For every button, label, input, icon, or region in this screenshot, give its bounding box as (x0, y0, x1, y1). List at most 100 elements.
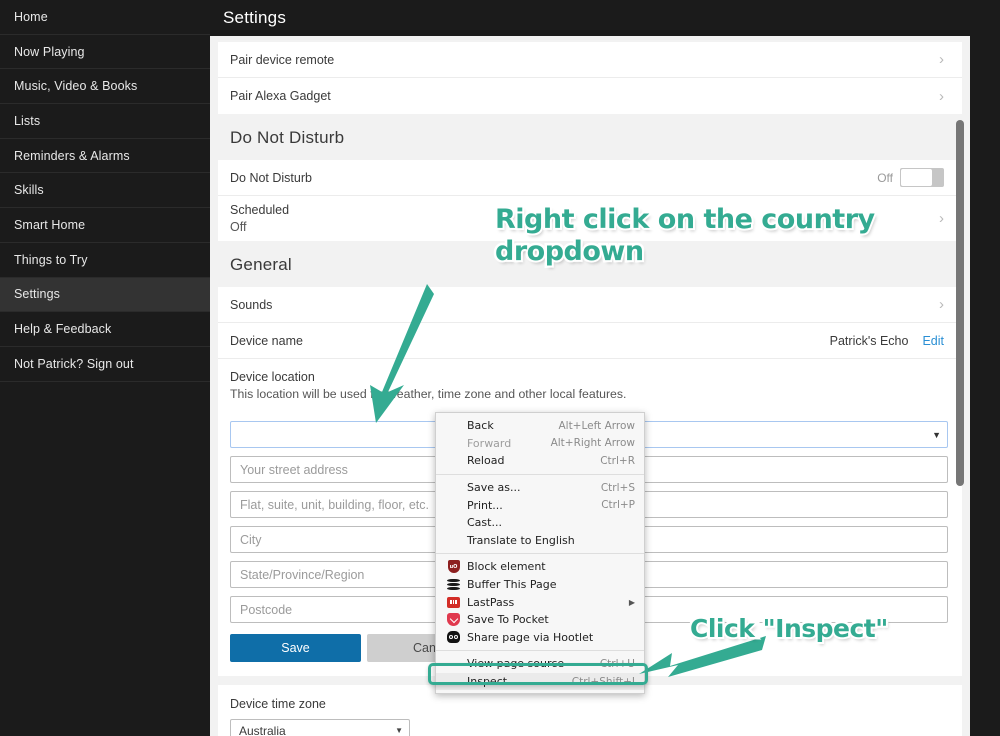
chevron-down-icon: ▼ (932, 429, 941, 440)
sidebar-item-label: Things to Try (14, 252, 88, 267)
menu-item-label: Buffer This Page (467, 578, 557, 592)
chevron-right-icon: › (939, 296, 944, 313)
sidebar-item-settings[interactable]: Settings (0, 277, 210, 313)
menu-item-accelerator: Ctrl+S (600, 481, 635, 494)
menu-item-label: Cast... (467, 516, 502, 530)
menu-item-save-to-pocket[interactable]: Save To Pocket (436, 611, 644, 629)
menu-item-label: Block element (467, 560, 546, 574)
dnd-toggle-state: Off (877, 170, 893, 185)
browser-context-menu[interactable]: Back Alt+Left Arrow Forward Alt+Right Arrow… (435, 412, 645, 695)
timezone-country-value: Australia (239, 723, 286, 736)
menu-item-print[interactable]: Print... Ctrl+P (436, 496, 644, 514)
ublock-icon: uO (447, 560, 460, 574)
edit-device-name-link[interactable]: Edit (922, 334, 944, 348)
row-label: Device name (230, 333, 303, 348)
callout-2-line1: Click "Inspect" (688, 613, 890, 645)
menu-item-label: LastPass (467, 595, 515, 609)
menu-item-label: Save To Pocket (467, 613, 549, 627)
page-title: Settings (223, 8, 287, 27)
sidebar-item-label: Skills (14, 183, 44, 198)
menu-item-share-page-via-hootlet[interactable]: Share page via Hootlet (436, 629, 644, 647)
menu-separator (436, 553, 644, 555)
section-heading-do-not-disturb: Do Not Disturb (210, 114, 970, 160)
menu-item-icon (446, 578, 461, 591)
toggle-knob (901, 169, 932, 186)
menu-item-label: Reload (467, 454, 505, 468)
street-address-placeholder: Your street address (240, 462, 348, 477)
menu-item-forward[interactable]: Forward Alt+Right Arrow (436, 435, 644, 453)
chevron-right-icon: › (939, 87, 944, 105)
scrollbar-thumb[interactable] (956, 120, 964, 486)
sidebar-item-label: Home (14, 9, 48, 24)
row-do-not-disturb[interactable]: Do Not Disturb Off (218, 160, 962, 196)
menu-item-translate-to-english[interactable]: Translate to English (436, 532, 644, 550)
menu-item-icon (446, 596, 461, 609)
page-titlebar: Settings (210, 0, 970, 36)
menu-item-icon (446, 613, 461, 627)
menu-item-save-as[interactable]: Save as... Ctrl+S (436, 479, 644, 497)
row-label: Do Not Disturb (230, 170, 312, 185)
chevron-down-icon: ▼ (395, 726, 403, 735)
row-pair-device-remote[interactable]: Pair device remote › (218, 42, 962, 78)
menu-item-label: Print... (467, 498, 503, 512)
sidebar-item-now-playing[interactable]: Now Playing (0, 35, 210, 70)
sidebar-item-things-to-try[interactable]: Things to Try (0, 243, 210, 278)
callout-text-2: Click "Inspect" Click "Inspect" (688, 612, 980, 647)
inspect-highlight-box (428, 663, 648, 685)
menu-item-buffer-this-page[interactable]: Buffer This Page (436, 576, 644, 594)
sidebar-item-lists[interactable]: Lists (0, 104, 210, 139)
chevron-right-icon: › (939, 210, 944, 227)
menu-item-icon: uO (446, 560, 461, 574)
sidebar-item-label: Reminders & Alarms (14, 148, 130, 163)
sidebar-item-label: Lists (14, 113, 41, 128)
pocket-icon (447, 613, 460, 627)
menu-item-reload[interactable]: Reload Ctrl+R (436, 452, 644, 470)
menu-item-icon (446, 631, 461, 644)
row-label: Pair Alexa Gadget (230, 89, 331, 103)
sidebar-item-smart-home[interactable]: Smart Home (0, 208, 210, 243)
callout-arrow-1 (370, 284, 434, 423)
menu-separator (436, 473, 644, 475)
menu-separator (436, 650, 644, 652)
sidebar-item-help-feedback[interactable]: Help & Feedback (0, 312, 210, 347)
callout-1-line1: Right click on the country (493, 202, 877, 237)
sidebar: Home Now Playing Music, Video & Books Lists… (0, 0, 210, 736)
hootsuite-owl-icon (447, 631, 460, 644)
callout-text-1: Right click on the country Right click o… (493, 202, 925, 270)
sidebar-item-label: Smart Home (14, 217, 86, 232)
menu-item-accelerator: Alt+Left Arrow (558, 419, 635, 432)
timezone-country-select[interactable]: Australia ▼ (230, 719, 410, 736)
sidebar-item-not-patrick-sign-out[interactable]: Not Patrick? Sign out (0, 347, 210, 382)
menu-item-back[interactable]: Back Alt+Left Arrow (436, 417, 644, 435)
menu-item-label: Back (467, 419, 494, 433)
menu-item-label: Share page via Hootlet (467, 630, 594, 644)
sidebar-item-label: Not Patrick? Sign out (14, 356, 134, 371)
sidebar-item-label: Help & Feedback (14, 322, 112, 337)
sidebar-item-skills[interactable]: Skills (0, 173, 210, 209)
city-placeholder: City (240, 532, 262, 547)
buffer-icon (447, 578, 460, 591)
menu-item-label: Forward (467, 436, 512, 450)
sidebar-item-reminders-alarms[interactable]: Reminders & Alarms (0, 139, 210, 174)
chevron-right-icon: › (939, 51, 944, 68)
sidebar-item-label: Now Playing (14, 44, 85, 59)
dnd-toggle[interactable] (900, 168, 944, 187)
menu-item-block-element[interactable]: uO Block element (436, 558, 644, 576)
chevron-right-icon: ▶ (628, 597, 635, 607)
pair-card: Pair device remote › Pair Alexa Gadget › (218, 42, 962, 114)
menu-item-lastpass[interactable]: LastPass ▶ (436, 593, 644, 611)
dnd-toggle-wrap[interactable]: Off (877, 168, 944, 187)
device-name-value: Patrick's Echo (829, 333, 909, 348)
menu-item-accelerator: Ctrl+R (600, 454, 635, 467)
row-label: Pair device remote (230, 52, 335, 67)
menu-item-accelerator: Ctrl+P (601, 499, 635, 512)
menu-item-cast[interactable]: Cast... (436, 514, 644, 532)
row-pair-alexa-gadget[interactable]: Pair Alexa Gadget › (218, 78, 962, 114)
sidebar-item-label: Settings (14, 287, 60, 302)
save-button[interactable]: Save (230, 634, 361, 662)
postcode-placeholder: Postcode (240, 602, 293, 617)
menu-item-label: Save as... (467, 481, 521, 495)
menu-item-label: Translate to English (467, 533, 575, 547)
sidebar-item-music-video-books[interactable]: Music, Video & Books (0, 69, 210, 105)
sidebar-item-home[interactable]: Home (0, 0, 210, 35)
